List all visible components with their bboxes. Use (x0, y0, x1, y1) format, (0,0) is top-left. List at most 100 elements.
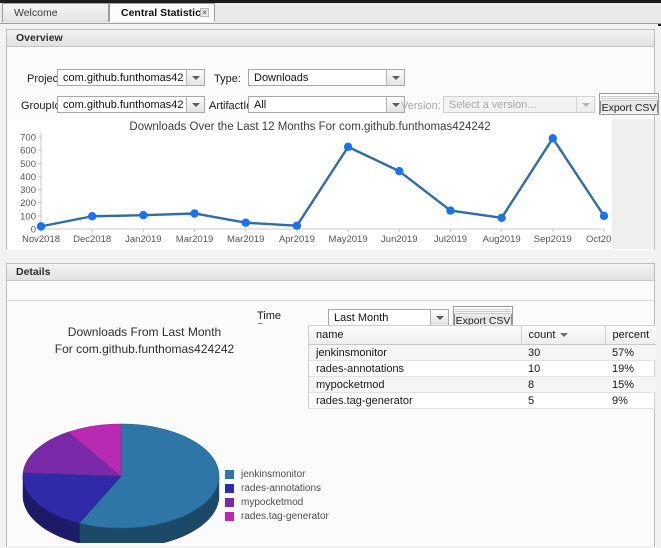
line-chart-right-filler (612, 119, 654, 249)
legend-label: rades-annotations (241, 483, 322, 494)
project-select[interactable]: com.github.funthomas424242 (57, 69, 205, 86)
version-select: Select a version... (443, 96, 595, 113)
cell-count: 8 (521, 376, 605, 393)
tab-welcome-label: Welcome (14, 7, 58, 19)
version-label: Version: (401, 100, 441, 112)
cell-count: 10 (521, 360, 605, 377)
time-range-select[interactable]: Last Month (328, 309, 449, 326)
button-texture (601, 95, 657, 101)
downloads-line-chart: Downloads Over the Last 12 Months For co… (8, 119, 612, 249)
type-label: Type: (214, 73, 241, 85)
sort-descending-icon (560, 333, 569, 338)
svg-text:Dec2018: Dec2018 (73, 234, 111, 245)
tab-welcome[interactable]: Welcome (2, 3, 109, 22)
tab-central-statistics[interactable]: Central Statistics ✕ (109, 3, 215, 22)
cell-name: jenkinsmonitor (309, 344, 521, 361)
overview-panel: Overview Project: com.github.funthomas42… (6, 29, 659, 250)
groupid-select-value: com.github.funthomas424242 (63, 99, 184, 111)
svg-text:Oct2019: Oct2019 (586, 234, 612, 245)
cell-percent: 15% (605, 376, 656, 393)
legend-label: rades.tag-generator (241, 511, 329, 522)
svg-text:400: 400 (20, 172, 36, 183)
type-select[interactable]: Downloads (248, 69, 405, 86)
legend-swatch (225, 512, 234, 521)
svg-text:Sep2019: Sep2019 (534, 234, 572, 245)
tab-bar-empty-area (215, 3, 661, 22)
cell-name: mypocketmod (309, 376, 521, 393)
line-chart-canvas: 0100200300400500600700Nov2018 Dec2018 Jan2… (8, 119, 612, 249)
column-header-name-label: name (316, 329, 344, 341)
version-select-placeholder: Select a version... (449, 99, 537, 111)
svg-text:Jul2019: Jul2019 (434, 234, 467, 245)
column-header-count-label: count (528, 329, 556, 341)
cell-count: 5 (521, 392, 605, 409)
svg-text:Jan2019: Jan2019 (125, 234, 161, 245)
svg-text:Mar2019: Mar2019 (176, 234, 214, 245)
legend-swatch (225, 498, 234, 507)
cell-name: rades-annotations (309, 360, 521, 377)
chevron-down-icon[interactable] (430, 310, 448, 325)
overview-export-csv-button[interactable]: Export CSV (599, 93, 659, 115)
cell-percent: 19% (605, 360, 656, 377)
svg-text:Nov2018: Nov2018 (22, 234, 60, 245)
details-panel: Details Time Range: Last Month Export CS… (6, 263, 656, 546)
pie-chart-legend: jenkinsmonitor rades-annotations mypocke… (225, 468, 345, 524)
legend-label: mypocketmod (241, 497, 304, 508)
legend-swatch (225, 484, 234, 493)
overview-export-csv-label: Export CSV (601, 102, 657, 114)
cell-percent: 57% (605, 344, 656, 361)
svg-text:700: 700 (20, 133, 36, 144)
artifactid-select-value: All (254, 99, 267, 111)
legend-item: mypocketmod (225, 496, 345, 510)
legend-label: jenkinsmonitor (241, 469, 306, 480)
chevron-down-icon (576, 97, 594, 112)
legend-item: rades-annotations (225, 482, 345, 496)
svg-text:500: 500 (20, 159, 36, 170)
details-caption-line1: Downloads From Last Month (67, 325, 222, 339)
groupid-select[interactable]: com.github.funthomas424242 (57, 96, 205, 113)
downloads-table: name count percent jenkinsmonitor 30 57% ra… (308, 325, 656, 409)
chevron-down-icon[interactable] (386, 70, 404, 85)
chevron-down-icon[interactable] (186, 70, 204, 85)
svg-text:200: 200 (20, 198, 36, 209)
chevron-down-icon[interactable] (186, 97, 204, 112)
cell-count: 30 (521, 344, 605, 361)
overview-panel-body: Project: com.github.funthomas424242 Type… (7, 47, 659, 250)
details-divider (7, 300, 654, 301)
svg-text:100: 100 (20, 211, 36, 222)
pie-chart-canvas (22, 423, 220, 543)
column-header-count[interactable]: count (521, 326, 606, 345)
cell-name: rades.tag-generator (309, 392, 521, 409)
details-panel-title: Details (7, 264, 654, 281)
column-header-percent-label: percent (612, 329, 650, 341)
legend-item: rades.tag-generator (225, 510, 345, 524)
column-header-name[interactable]: name (309, 326, 522, 345)
artifactid-select[interactable]: All (248, 96, 405, 113)
table-header-row: name count percent (309, 326, 656, 345)
details-caption-line2: For com.github.funthomas424242 (54, 342, 235, 356)
table-row[interactable]: rades-annotations 10 19% (309, 360, 656, 377)
overview-panel-title: Overview (7, 30, 654, 47)
svg-text:Jun2019: Jun2019 (381, 234, 417, 245)
table-row[interactable]: jenkinsmonitor 30 57% (309, 344, 656, 361)
application-window: Welcome Central Statistics ✕ Overview Pr… (0, 0, 661, 548)
svg-text:Mar2019: Mar2019 (227, 234, 265, 245)
tab-central-statistics-label: Central Statistics (121, 7, 207, 19)
table-body: jenkinsmonitor 30 57% rades-annotations 10 19… (309, 344, 656, 409)
details-panel-body: Time Range: Last Month Export CSV Downlo… (7, 281, 656, 546)
table-row[interactable]: mypocketmod 8 15% (309, 376, 656, 393)
svg-text:300: 300 (20, 185, 36, 196)
close-icon[interactable]: ✕ (200, 8, 209, 17)
legend-swatch (225, 470, 234, 479)
table-row[interactable]: rades.tag-generator 5 9% (309, 392, 656, 409)
tab-bar: Welcome Central Statistics ✕ (0, 3, 661, 24)
type-select-value: Downloads (254, 72, 309, 84)
column-header-percent[interactable]: percent (605, 326, 656, 345)
legend-item: jenkinsmonitor (225, 468, 345, 482)
time-range-label: Time Range: (257, 310, 292, 324)
svg-text:May2019: May2019 (329, 234, 368, 245)
line-chart-title: Downloads Over the Last 12 Months For co… (129, 121, 491, 133)
button-texture (455, 308, 511, 314)
svg-text:600: 600 (20, 146, 36, 157)
project-select-value: com.github.funthomas424242 (63, 72, 184, 84)
